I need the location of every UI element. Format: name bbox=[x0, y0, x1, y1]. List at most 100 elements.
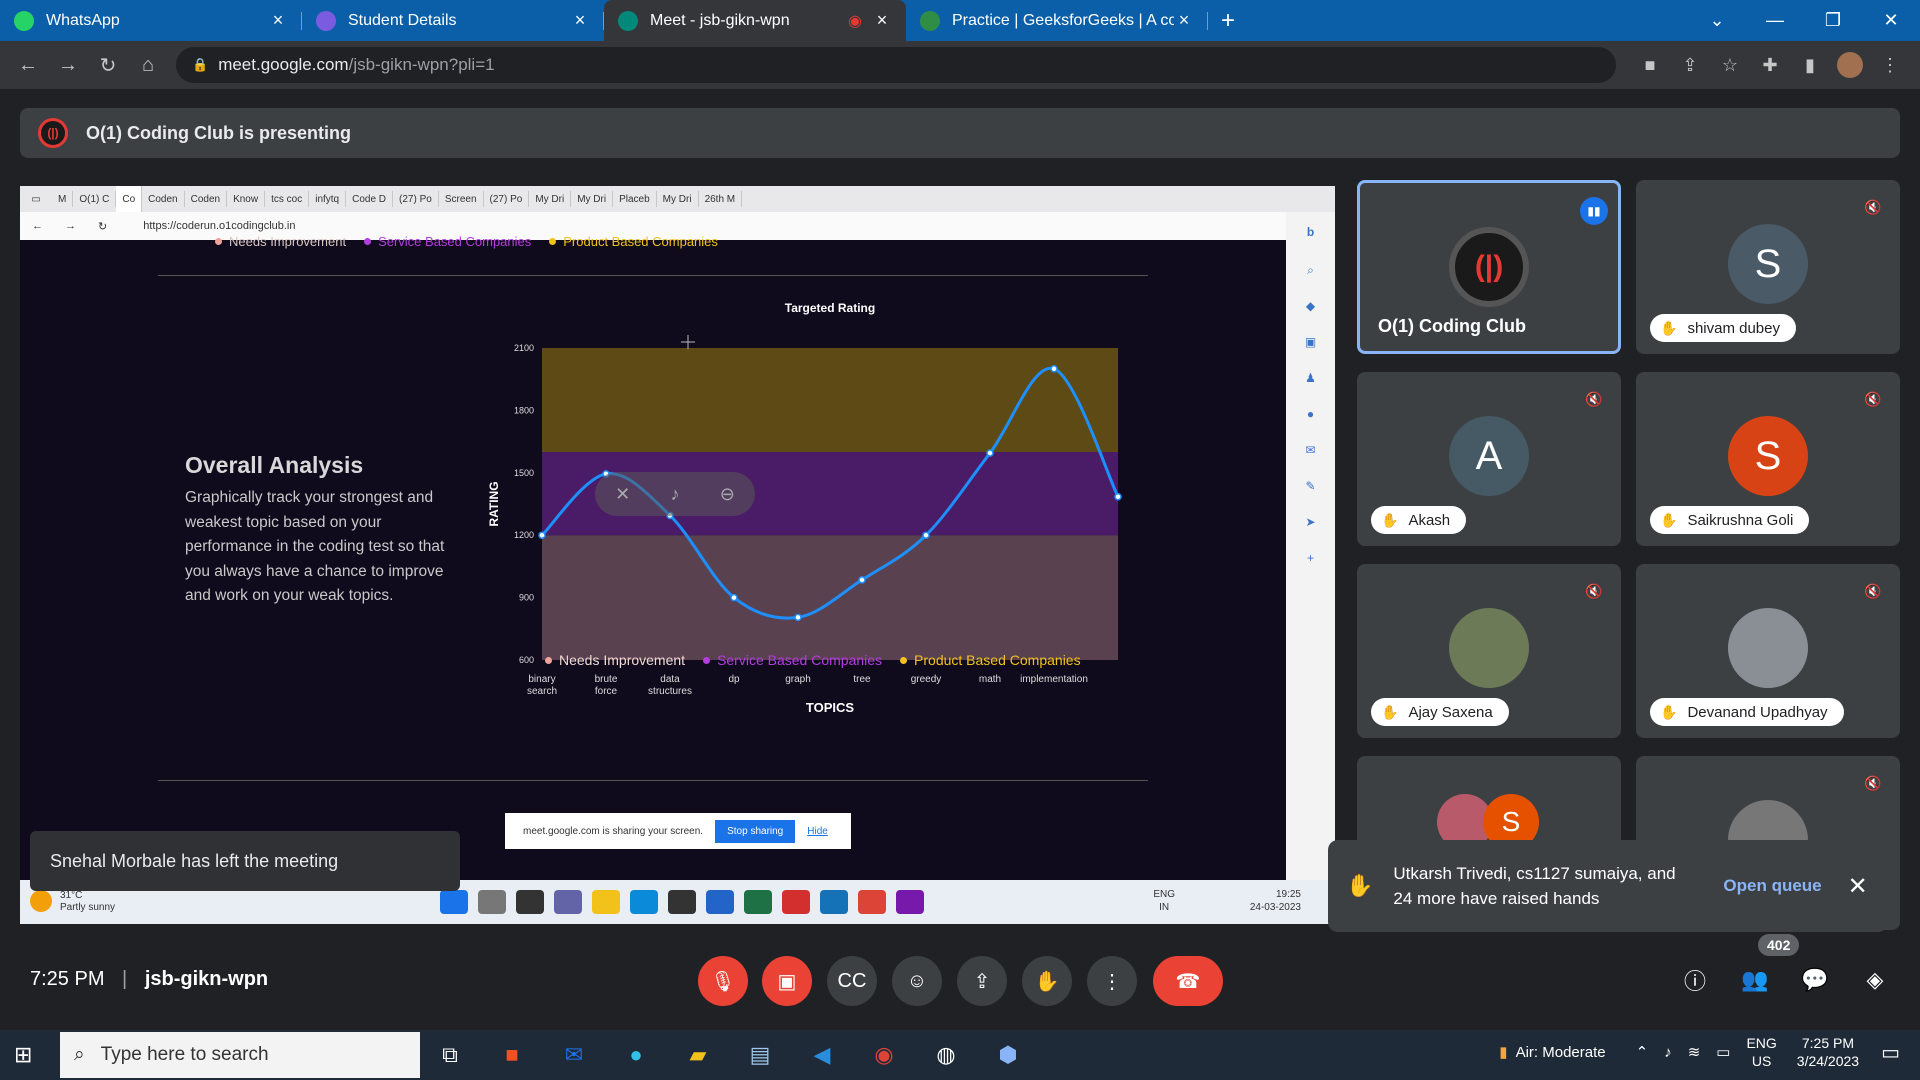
forward-icon[interactable]: → bbox=[48, 45, 88, 85]
shared-taskbar-icons bbox=[440, 890, 924, 914]
bookmark-star-icon[interactable]: ☆ bbox=[1710, 45, 1750, 85]
participant-chip: ✋ Ajay Saxena bbox=[1371, 698, 1509, 726]
raise-hand-button[interactable]: ✋ bbox=[1022, 956, 1072, 1006]
vscode-icon[interactable]: ◀ bbox=[802, 1038, 842, 1072]
mail-icon[interactable]: ✉ bbox=[554, 1038, 594, 1072]
close-tab-icon[interactable]: × bbox=[872, 10, 892, 31]
close-tab-icon[interactable]: × bbox=[268, 10, 288, 31]
activities-icon[interactable]: ◈ bbox=[1855, 960, 1895, 1000]
volume-icon[interactable]: ♪ bbox=[1664, 1044, 1672, 1061]
participant-tile[interactable]: 🔇 ✋ Ajay Saxena bbox=[1357, 564, 1621, 738]
people-icon[interactable]: 👥 bbox=[1735, 960, 1775, 1000]
present-button[interactable]: ⇪ bbox=[957, 956, 1007, 1006]
profile-avatar[interactable] bbox=[1830, 45, 1870, 85]
captions-button[interactable]: CC bbox=[827, 956, 877, 1006]
participant-tile[interactable]: A 🔇 ✋ Akash bbox=[1357, 372, 1621, 546]
left-meeting-toast: Snehal Morbale has left the meeting bbox=[30, 831, 460, 891]
minimize-button[interactable]: — bbox=[1746, 0, 1804, 41]
browser-toolbar: ← → ↻ ⌂ 🔒 meet.google.com/jsb-gikn-wpn?p… bbox=[0, 41, 1920, 89]
participant-tile[interactable]: S 🔇 ✋ shivam dubey bbox=[1636, 180, 1900, 354]
muted-icon: 🔇 bbox=[1585, 390, 1603, 407]
file-explorer-icon[interactable]: ▰ bbox=[678, 1038, 718, 1072]
browser-tab[interactable]: Practice | GeeksforGeeks | A com × bbox=[906, 0, 1208, 41]
emoji-button[interactable]: ☺ bbox=[892, 956, 942, 1006]
info-icon[interactable]: ⓘ bbox=[1675, 960, 1715, 1000]
chrome-icon[interactable]: ◉ bbox=[864, 1038, 904, 1072]
data-point bbox=[922, 531, 930, 539]
address-bar[interactable]: 🔒 meet.google.com/jsb-gikn-wpn?pli=1 bbox=[176, 47, 1616, 83]
windows-start-icon[interactable]: ⊞ bbox=[14, 1042, 40, 1068]
y-axis-label: RATING bbox=[487, 481, 501, 526]
shared-tab: Coden bbox=[185, 191, 228, 207]
restore-button[interactable]: ❐ bbox=[1804, 0, 1862, 41]
store-icon[interactable]: ■ bbox=[492, 1038, 532, 1072]
reload-icon[interactable]: ↻ bbox=[88, 45, 128, 85]
open-queue-link[interactable]: Open queue bbox=[1723, 876, 1821, 896]
designer-icon: ✎ bbox=[1305, 479, 1316, 493]
home-icon[interactable]: ⌂ bbox=[128, 45, 168, 85]
extensions-icon[interactable]: ✚ bbox=[1750, 45, 1790, 85]
meet-icon bbox=[618, 10, 638, 31]
chat-icon[interactable]: 💬 bbox=[1795, 960, 1835, 1000]
shared-tab: infytq bbox=[309, 191, 347, 207]
participant-tile[interactable]: S 🔇 ✋ Saikrushna Goli bbox=[1636, 372, 1900, 546]
shared-tab: Coden bbox=[142, 191, 185, 207]
left-meeting-text: Snehal Morbale has left the meeting bbox=[50, 850, 339, 871]
close-tab-icon[interactable]: × bbox=[570, 10, 590, 31]
x-tick-label: greedy bbox=[911, 674, 942, 685]
tray-chevron-icon[interactable]: ⌃ bbox=[1636, 1043, 1649, 1061]
shared-lang: ENG bbox=[1153, 889, 1175, 900]
shared-tab: Placeb bbox=[613, 191, 657, 207]
browser-tab[interactable]: Meet - jsb-gikn-wpn ◉ × bbox=[604, 0, 906, 41]
task-view-icon[interactable]: ⧉ bbox=[430, 1038, 470, 1072]
computer-icon[interactable]: ▤ bbox=[740, 1038, 780, 1072]
data-point bbox=[1050, 365, 1058, 373]
data-point bbox=[730, 593, 738, 602]
x-tick-label: math bbox=[979, 674, 1001, 685]
close-window-button[interactable]: ✕ bbox=[1862, 0, 1920, 41]
y-tick-label: 900 bbox=[519, 593, 534, 603]
edge-icon[interactable]: ● bbox=[616, 1038, 656, 1072]
close-toast-icon[interactable]: ✕ bbox=[1848, 872, 1868, 901]
notification-icon[interactable]: ▭ bbox=[1881, 1040, 1900, 1065]
menu-icon[interactable]: ⋮ bbox=[1870, 45, 1910, 85]
chart-title: Targeted Rating bbox=[785, 301, 875, 315]
presenting-bar: (|) O(1) Coding Club is presenting bbox=[20, 108, 1900, 158]
shared-tab: O(1) C bbox=[73, 191, 117, 207]
back-icon[interactable]: ← bbox=[8, 45, 48, 85]
tab-search-icon[interactable]: ⌄ bbox=[1688, 0, 1746, 41]
office-icon: ● bbox=[1306, 407, 1315, 421]
url-host: meet.google.com bbox=[218, 55, 349, 74]
app-icon-w[interactable]: ◍ bbox=[926, 1038, 966, 1072]
app-icon-cube[interactable]: ⬢ bbox=[988, 1038, 1028, 1072]
battery-icon[interactable]: ▭ bbox=[1716, 1043, 1730, 1061]
participant-tile[interactable]: (|) ▮▮ O(1) Coding Club bbox=[1357, 180, 1621, 354]
hide-link[interactable]: Hide bbox=[807, 826, 828, 837]
games-icon: ♟ bbox=[1305, 371, 1316, 385]
tools-icon: ▣ bbox=[1304, 335, 1317, 349]
participant-tile[interactable]: 🔇 ✋ Devanand Upadhyay bbox=[1636, 564, 1900, 738]
add-icon: + bbox=[1306, 551, 1314, 565]
camera-icon[interactable]: ■ bbox=[1630, 45, 1670, 85]
x-tick-label: implementation bbox=[1020, 674, 1088, 685]
leave-call-button[interactable]: ☎ bbox=[1153, 956, 1223, 1006]
wifi-icon[interactable]: ≋ bbox=[1688, 1043, 1701, 1061]
browser-tab[interactable]: Student Details × bbox=[302, 0, 604, 41]
stop-sharing-button[interactable]: Stop sharing bbox=[715, 819, 796, 843]
legend-service-based: Service Based Companies bbox=[717, 652, 883, 668]
windows-search-box[interactable]: ⌕ Type here to search bbox=[60, 1032, 420, 1078]
side-panel-icon[interactable]: ▮ bbox=[1790, 45, 1830, 85]
send-icon: ➤ bbox=[1305, 515, 1316, 529]
raised-hand-icon: ✋ bbox=[1381, 511, 1399, 528]
new-tab-button[interactable]: + bbox=[1208, 0, 1248, 41]
os-date: 3/24/2023 bbox=[1796, 1053, 1860, 1069]
more-options-button[interactable]: ⋮ bbox=[1087, 956, 1137, 1006]
participant-name: Akash bbox=[1408, 511, 1451, 529]
share-icon[interactable]: ⇪ bbox=[1670, 45, 1710, 85]
camera-off-button[interactable]: ▣ bbox=[762, 956, 812, 1006]
shared-tab: My Dri bbox=[657, 191, 699, 207]
mic-off-button[interactable]: 🎙 bbox=[698, 956, 748, 1006]
browser-tab[interactable]: WhatsApp × bbox=[0, 0, 302, 41]
close-tab-icon[interactable]: × bbox=[1174, 10, 1194, 31]
participant-chip: ✋ Devanand Upadhyay bbox=[1650, 698, 1844, 726]
